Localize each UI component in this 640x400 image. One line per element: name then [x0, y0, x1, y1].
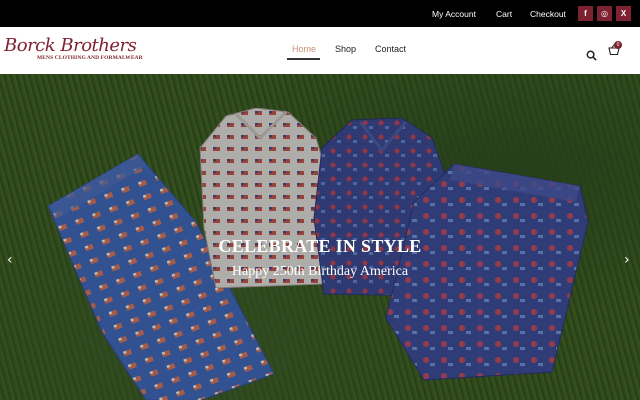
- hero-headline: CELEBRATE IN STYLE: [218, 236, 422, 256]
- facebook-icon[interactable]: f: [578, 6, 593, 21]
- logo-tagline: MENS CLOTHING AND FORMALWEAR: [37, 55, 143, 61]
- hero-subline: Happy 250th Birthday America: [231, 264, 409, 279]
- nav-item-contact[interactable]: Contact: [375, 44, 406, 54]
- carousel-next-arrow[interactable]: ›: [624, 252, 630, 268]
- carousel-prev-arrow[interactable]: ‹: [7, 252, 13, 268]
- cart-link[interactable]: Cart: [496, 9, 512, 19]
- checkout-link[interactable]: Checkout: [530, 9, 566, 19]
- site-header: Borck Brothers MENS CLOTHING AND FORMALW…: [0, 27, 640, 74]
- active-nav-underline: [287, 58, 320, 60]
- nav-item-shop[interactable]: Shop: [335, 44, 356, 54]
- top-bar: My Account Cart Checkout f ◎ X: [0, 0, 640, 27]
- my-account-link[interactable]: My Account: [432, 9, 476, 19]
- logo-name: Borck Brothers: [4, 35, 137, 56]
- hero-banner: CELEBRATE IN STYLE Happy 250th Birthday …: [0, 74, 640, 400]
- instagram-icon[interactable]: ◎: [597, 6, 612, 21]
- cart-count-badge: 0: [614, 41, 622, 49]
- search-icon[interactable]: [586, 50, 597, 61]
- logo[interactable]: Borck Brothers MENS CLOTHING AND FORMALW…: [4, 35, 143, 67]
- x-icon[interactable]: X: [616, 6, 631, 21]
- nav-item-home[interactable]: Home: [292, 44, 316, 54]
